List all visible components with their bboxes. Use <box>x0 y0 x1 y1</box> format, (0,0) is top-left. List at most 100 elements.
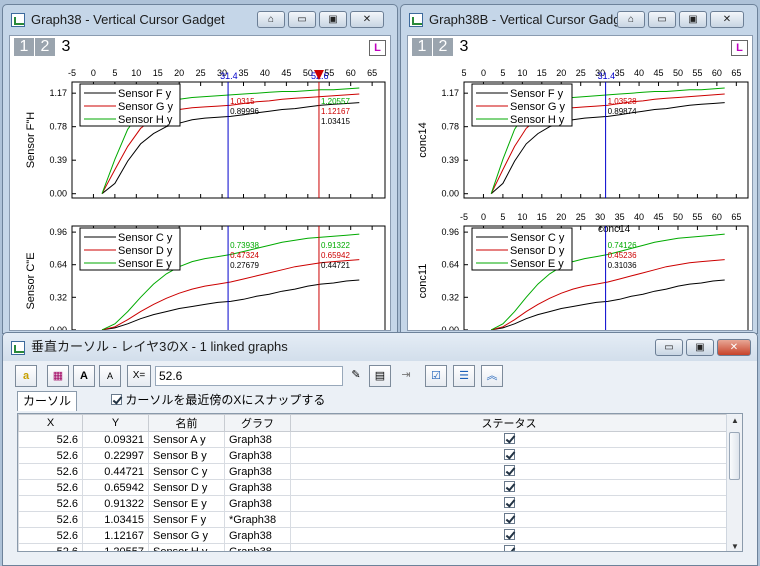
x-tick-label: 35 <box>615 212 625 222</box>
minimize-button[interactable]: ▭ <box>288 11 316 28</box>
table-row[interactable]: 52.6 1.20557 Sensor H y Graph38 <box>18 543 728 551</box>
x-tick-label: 5 <box>500 212 505 222</box>
tab-cursor[interactable]: カーソル <box>17 391 77 411</box>
column-header-graph[interactable]: グラフ <box>224 414 291 432</box>
layer-tab-2[interactable]: 2 <box>35 38 55 56</box>
run-icon[interactable]: ✎ <box>345 365 367 387</box>
x-tick-label: 5 <box>500 68 505 78</box>
cursor-value-label: 1.03528 <box>608 97 637 106</box>
table-icon[interactable]: ▤ <box>369 365 391 387</box>
status-checkbox[interactable] <box>503 529 515 540</box>
x-tick-label: 45 <box>654 212 664 222</box>
cursor-value-label: 0.89874 <box>608 107 637 116</box>
snap-checkbox[interactable] <box>111 394 122 405</box>
status-cell <box>290 463 728 480</box>
cursor-value-label: 1.03415 <box>321 117 350 126</box>
status-checkbox[interactable] <box>503 449 515 460</box>
chart-layer-top: 5 0 5 10 15 20 25 30 35 40 45 50 55 60 650.000.390.781… <box>417 68 749 199</box>
settings-icon[interactable]: ☰ <box>453 365 475 387</box>
cell-graph: Graph38 <box>224 495 291 512</box>
close-button[interactable]: ✕ <box>350 11 384 28</box>
x-tick-label: 0 <box>481 68 486 78</box>
layer-tab-3[interactable]: 3 <box>56 38 76 56</box>
x-tick-label: 40 <box>634 68 644 78</box>
layer-tab-2[interactable]: 2 <box>433 38 453 56</box>
x-equals-button[interactable]: X= <box>127 365 151 387</box>
x-tick-label: 35 <box>238 68 248 78</box>
x-value-input[interactable]: 52.6 <box>155 366 343 386</box>
status-checkbox[interactable] <box>503 513 515 524</box>
scroll-down-icon[interactable]: ▼ <box>731 542 739 551</box>
color-icon[interactable]: a <box>15 365 37 387</box>
maximize-button[interactable]: ▣ <box>679 11 707 28</box>
x-tick-label: 5 <box>112 68 117 78</box>
table-row[interactable]: 52.6 0.22997 Sensor B y Graph38 <box>18 447 728 464</box>
x-tick-label: 15 <box>537 68 547 78</box>
cursor-value-label: 0.47324 <box>230 251 259 260</box>
vertical-scrollbar[interactable]: ▲ ▼ <box>726 414 742 551</box>
close-button[interactable]: ✕ <box>717 339 751 356</box>
cell-y: 1.03415 <box>82 511 149 528</box>
remove-text-icon[interactable]: A <box>99 365 121 387</box>
layer-tab-1[interactable]: 1 <box>412 38 432 56</box>
graph-page: 5 0 5 10 15 20 25 30 35 40 45 50 55 60 65 0.00 0.39 0.78 1… <box>407 35 753 331</box>
status-checkbox[interactable] <box>503 465 515 476</box>
y-tick-label: 0.32 <box>49 292 67 302</box>
table-row[interactable]: 52.6 0.09321 Sensor A y Graph38 <box>18 431 728 448</box>
home-icon[interactable]: ⌂ <box>617 11 645 28</box>
cursor-value-label: 0.73938 <box>230 241 259 250</box>
status-checkbox[interactable] <box>503 545 515 551</box>
cell-name: Sensor H y <box>148 543 225 551</box>
table-row[interactable]: 52.6 0.44721 Sensor C y Graph38 <box>18 463 728 480</box>
column-header-status[interactable]: ステータス <box>290 414 728 432</box>
status-checkbox[interactable] <box>503 497 515 508</box>
status-checkbox[interactable] <box>503 433 515 444</box>
table-row[interactable]: 52.6 1.12167 Sensor G y Graph38 <box>18 527 728 544</box>
table-row[interactable]: 52.6 1.03415 Sensor F y *Graph38 <box>18 511 728 528</box>
maximize-button[interactable]: ▣ <box>686 339 714 356</box>
column-header-name[interactable]: 名前 <box>148 414 225 432</box>
x-tick-label: 25 <box>576 68 586 78</box>
cell-name: Sensor D y <box>148 479 225 496</box>
column-header-y[interactable]: Y <box>82 414 149 432</box>
x-tick-label: 25 <box>196 68 206 78</box>
home-icon[interactable]: ⌂ <box>257 11 285 28</box>
dialog-app-icon <box>11 341 25 355</box>
cell-y: 0.91322 <box>82 495 149 512</box>
scroll-up-icon[interactable]: ▲ <box>731 416 739 425</box>
cursor-value-label: 0.27679 <box>230 261 259 270</box>
add-text-icon[interactable]: A <box>73 365 95 387</box>
data-icon[interactable]: ▦ <box>47 365 69 387</box>
layer-tab-3[interactable]: 3 <box>454 38 474 56</box>
y-tick-label: 1.17 <box>49 88 67 98</box>
lock-button[interactable]: L <box>731 40 748 56</box>
maximize-button[interactable]: ▣ <box>319 11 347 28</box>
cell-y: 0.09321 <box>82 431 149 448</box>
check-list-icon[interactable]: ☑ <box>425 365 447 387</box>
snap-option[interactable]: カーソルを最近傍のXにスナップする <box>111 391 325 408</box>
close-button[interactable]: ✕ <box>710 11 744 28</box>
table-row[interactable]: 52.6 0.91322 Sensor E y Graph38 <box>18 495 728 512</box>
x-tick-label: 20 <box>556 68 566 78</box>
layer-tab-1[interactable]: 1 <box>14 38 34 56</box>
scroll-thumb[interactable] <box>729 432 740 480</box>
cell-graph: Graph38 <box>224 463 291 480</box>
export-icon[interactable]: ⇥ <box>395 365 417 387</box>
graph-window-right[interactable]: Graph38B - Vertical Cursor Gadg ⌂ ▭ ▣ ✕ … <box>400 4 758 334</box>
minimize-button[interactable]: ▭ <box>648 11 676 28</box>
legend-entry: Sensor C y <box>118 232 173 244</box>
column-header-x[interactable]: X <box>18 414 83 432</box>
table-row[interactable]: 52.6 0.65942 Sensor D y Graph38 <box>18 479 728 496</box>
y-tick-label: 0.64 <box>49 260 67 270</box>
status-checkbox[interactable] <box>503 481 515 492</box>
graph-window-left[interactable]: Graph38 - Vertical Cursor Gadget ⌂ ▭ ▣ ✕… <box>2 4 398 334</box>
minimize-button[interactable]: ▭ <box>655 339 683 356</box>
cell-name: Sensor G y <box>148 527 225 544</box>
series-line <box>491 279 725 330</box>
collapse-icon[interactable]: ︽ <box>481 365 503 387</box>
lock-button[interactable]: L <box>369 40 386 56</box>
cell-x: 52.6 <box>18 511 83 528</box>
cursor-value-label: 0.65942 <box>321 251 350 260</box>
cursor-values-table[interactable]: X Y 名前 グラフ ステータス 52.6 0.09321 Sensor A y Gr… <box>17 413 743 552</box>
y-tick-label: 0.78 <box>49 122 67 132</box>
